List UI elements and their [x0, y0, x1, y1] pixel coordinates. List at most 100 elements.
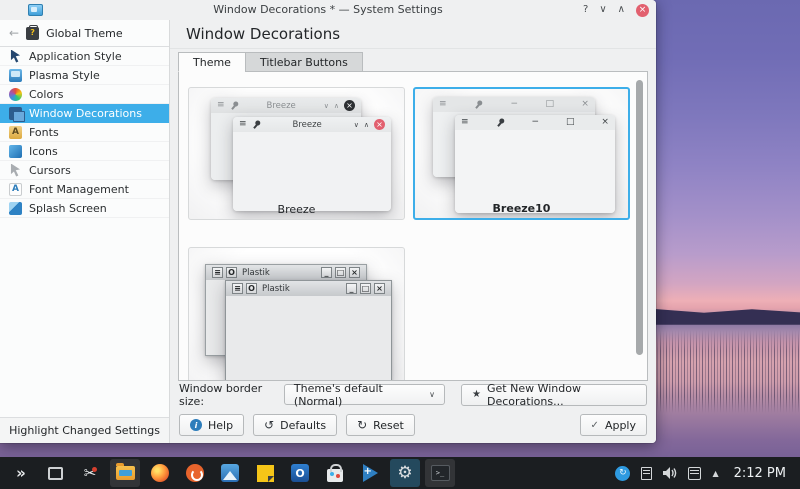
sidebar-item-application-style[interactable]: Application Style — [0, 47, 169, 66]
reset-button[interactable]: ↻ Reset — [346, 414, 415, 436]
application-style-icon — [9, 50, 22, 63]
minimize-icon: − — [531, 118, 539, 127]
taskbar-clock[interactable]: 2:12 PM — [734, 466, 786, 481]
border-size-row: Window border size: Theme's default (Nor… — [170, 381, 656, 408]
undo-icon: ↺ — [264, 419, 274, 431]
theme-card-plastik[interactable]: ≡ O Plastik _ □ × — [188, 247, 405, 381]
notifications-panel-icon[interactable] — [688, 467, 701, 480]
help-titlebar-icon[interactable]: ? — [583, 5, 588, 15]
scrollbar-thumb[interactable] — [636, 80, 643, 355]
breeze-preview: ≡ Breeze ∨ ∧ × — [189, 88, 404, 219]
highlight-changed-settings-label: Highlight Changed Settings — [9, 424, 160, 437]
help-label: Help — [208, 419, 233, 432]
main-content: Window Decorations Theme Titlebar Button… — [170, 20, 656, 443]
pin-icon: O — [246, 283, 257, 294]
maximize-icon: □ — [335, 267, 346, 278]
sidebar-item-plasma-style[interactable]: Plasma Style — [0, 66, 169, 85]
firefox-icon[interactable] — [145, 459, 175, 487]
sidebar-item-label: Window Decorations — [29, 107, 142, 120]
expand-caret-icon[interactable]: ▲ — [712, 469, 718, 478]
notes-app-icon[interactable] — [250, 459, 280, 487]
apply-button[interactable]: ✓ Apply — [580, 414, 647, 436]
mini-window-title: Breeze — [244, 101, 319, 111]
sidebar-item-label: Font Management — [29, 183, 129, 196]
breeze10-preview: ≡ − □ × — [415, 89, 628, 218]
taskbar: » ✂ O ⚙ >_ ↻ ▲ 2:12 PM — [0, 457, 800, 489]
settings-sidebar: ← Global Theme Application Style Plasma … — [0, 20, 170, 443]
minimize-icon: _ — [346, 283, 357, 294]
get-new-window-decorations-button[interactable]: ★ Get New Window Decorations... — [461, 384, 647, 406]
update-notifier-icon[interactable]: ↻ — [615, 466, 630, 481]
cut-tool-icon[interactable]: ✂ — [75, 459, 105, 487]
sidebar-item-icons[interactable]: Icons — [0, 142, 169, 161]
app-launcher-icon[interactable]: » — [5, 459, 35, 487]
maximize-icon: ∧ — [334, 102, 339, 110]
info-icon: i — [190, 419, 202, 431]
system-tray: ↻ ▲ 2:12 PM — [615, 466, 795, 481]
sidebar-item-window-decorations[interactable]: Window Decorations — [0, 104, 169, 123]
theme-list-scrollbar[interactable] — [636, 78, 643, 374]
mini-window-title: Plastik — [242, 268, 318, 278]
tab-bar: Theme Titlebar Buttons — [178, 52, 363, 72]
star-icon: ★ — [472, 389, 481, 400]
sidebar-item-font-management[interactable]: Font Management — [0, 180, 169, 199]
mini-window-title: Plastik — [262, 284, 343, 294]
border-size-dropdown[interactable]: Theme's default (Normal) ∨ — [284, 384, 445, 405]
media-app-icon[interactable] — [180, 459, 210, 487]
checkmark-icon: ✓ — [591, 420, 599, 431]
image-viewer-icon[interactable] — [215, 459, 245, 487]
close-icon: × — [344, 100, 355, 111]
tab-theme[interactable]: Theme — [178, 52, 246, 72]
kde-connect-icon[interactable] — [355, 459, 385, 487]
close-icon: × — [374, 283, 385, 294]
highlight-changed-settings-button[interactable]: Highlight Changed Settings — [0, 417, 169, 443]
breeze-active-mini-window: ≡ Breeze ∨ ∧ × — [233, 117, 391, 211]
maximize-icon: □ — [545, 100, 554, 109]
minimize-icon: − — [510, 100, 518, 109]
pin-icon — [250, 118, 263, 131]
window-titlebar: Window Decorations * — System Settings ?… — [0, 0, 656, 20]
sidebar-item-cursors[interactable]: Cursors — [0, 161, 169, 180]
minimize-icon[interactable]: ∨ — [599, 5, 606, 15]
window-decorations-icon — [9, 107, 22, 120]
plastik-active-mini-window: ≡ O Plastik _ □ × — [225, 280, 392, 381]
terminal-icon[interactable]: >_ — [425, 459, 455, 487]
system-settings-icon[interactable]: ⚙ — [390, 459, 420, 487]
menu-icon: ≡ — [239, 120, 247, 129]
sidebar-item-splash-screen[interactable]: Splash Screen — [0, 199, 169, 218]
theme-card-breeze[interactable]: ≡ Breeze ∨ ∧ × — [188, 87, 405, 220]
theme-card-breeze10[interactable]: ≡ − □ × — [413, 87, 630, 220]
cursors-icon — [9, 164, 22, 177]
defaults-button[interactable]: ↺ Defaults — [253, 414, 337, 436]
breeze10-active-mini-window: ≡ − □ × — [455, 115, 615, 213]
border-size-value: Theme's default (Normal) — [294, 382, 413, 408]
clipboard-icon[interactable] — [641, 467, 652, 480]
volume-icon[interactable] — [663, 467, 677, 479]
close-icon[interactable]: × — [636, 4, 649, 17]
help-button[interactable]: i Help — [179, 414, 244, 436]
menu-icon: ≡ — [461, 118, 469, 127]
reset-label: Reset — [373, 419, 404, 432]
maximize-icon: □ — [360, 283, 371, 294]
theme-label-breeze10: Breeze10 — [415, 202, 628, 215]
pin-icon — [494, 116, 507, 129]
apply-label: Apply — [605, 419, 636, 432]
sidebar-item-colors[interactable]: Colors — [0, 85, 169, 104]
sidebar-item-global-theme[interactable]: ← Global Theme — [0, 20, 169, 47]
discover-store-icon[interactable] — [320, 459, 350, 487]
icons-icon — [9, 145, 22, 158]
virtual-desktop-pager-icon[interactable] — [40, 459, 70, 487]
sidebar-item-label: Fonts — [29, 126, 59, 139]
minimize-icon: ∨ — [324, 102, 329, 110]
sidebar-item-fonts[interactable]: Fonts — [0, 123, 169, 142]
sidebar-item-label: Application Style — [29, 50, 122, 63]
maximize-icon[interactable]: ∧ — [618, 5, 625, 15]
font-management-icon — [9, 183, 22, 196]
tab-titlebar-buttons[interactable]: Titlebar Buttons — [245, 52, 363, 72]
plastik-preview: ≡ O Plastik _ □ × — [189, 248, 404, 381]
close-icon: × — [581, 100, 589, 109]
header-divider — [170, 48, 656, 49]
back-arrow-icon[interactable]: ← — [9, 26, 19, 40]
file-manager-icon[interactable] — [110, 459, 140, 487]
mail-app-icon[interactable]: O — [285, 459, 315, 487]
